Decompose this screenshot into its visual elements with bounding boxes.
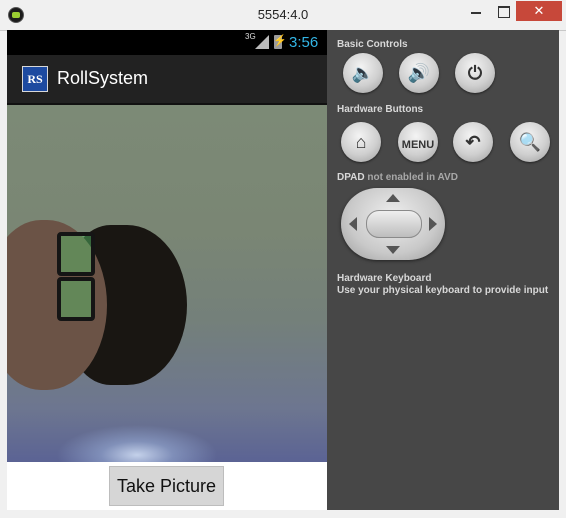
signal-icon: [255, 35, 269, 49]
dpad-center-button[interactable]: [366, 210, 422, 238]
menu-icon: MENU: [401, 139, 435, 151]
menu-button[interactable]: MENU: [398, 122, 438, 162]
maximize-button[interactable]: [490, 1, 516, 21]
home-button[interactable]: ⌂: [341, 122, 381, 162]
close-button[interactable]: ✕: [516, 1, 562, 21]
action-bar: RS RollSystem: [7, 55, 327, 105]
back-button[interactable]: ↶: [453, 122, 493, 162]
status-clock: 3:56: [289, 34, 319, 51]
app-title: RollSystem: [57, 68, 149, 88]
preview-glasses-lens: [57, 277, 95, 321]
take-picture-button[interactable]: Take Picture: [109, 466, 224, 506]
battery-charging-icon: [273, 34, 287, 49]
controls-panel: Basic Controls 🔈 🔊 ⏻ Hardware Buttons ⌂ …: [327, 30, 559, 510]
search-icon: 🔍: [518, 132, 542, 152]
minimize-button[interactable]: [462, 1, 490, 21]
home-icon: ⌂: [355, 132, 367, 152]
dpad[interactable]: [341, 188, 445, 260]
volume-down-button[interactable]: 🔈: [343, 53, 383, 93]
dpad-label: DPAD not enabled in AVD: [337, 172, 458, 183]
volume-up-icon: 🔊: [407, 63, 431, 83]
dpad-down-icon[interactable]: [386, 246, 400, 254]
device-screen: 3G 3:56 RS RollSystem Take Picture: [7, 30, 327, 510]
close-icon: ✕: [533, 3, 545, 18]
app-logo: RS: [22, 66, 48, 92]
basic-controls-label: Basic Controls: [337, 39, 408, 50]
status-bar: 3G 3:56: [7, 30, 327, 55]
dpad-title: DPAD: [337, 172, 365, 183]
hardware-keyboard-hint: Use your physical keyboard to provide in…: [337, 285, 549, 296]
power-button[interactable]: ⏻: [455, 53, 495, 93]
dpad-left-icon[interactable]: [349, 217, 357, 231]
hardware-buttons-label: Hardware Buttons: [337, 104, 424, 115]
window-titlebar: 5554:4.0 ✕: [0, 0, 566, 31]
dpad-up-icon[interactable]: [386, 194, 400, 202]
volume-down-icon: 🔈: [351, 63, 375, 83]
preview-glasses-lens: [57, 232, 95, 276]
power-icon: ⏻: [467, 63, 483, 83]
back-icon: ↶: [465, 132, 481, 152]
camera-preview: [7, 105, 327, 462]
volume-up-button[interactable]: 🔊: [399, 53, 439, 93]
hardware-keyboard-label: Hardware Keyboard: [337, 273, 432, 284]
dpad-note: not enabled in AVD: [367, 172, 458, 183]
search-button[interactable]: 🔍: [510, 122, 550, 162]
bottom-bar: Take Picture: [7, 462, 327, 510]
dpad-right-icon[interactable]: [429, 217, 437, 231]
